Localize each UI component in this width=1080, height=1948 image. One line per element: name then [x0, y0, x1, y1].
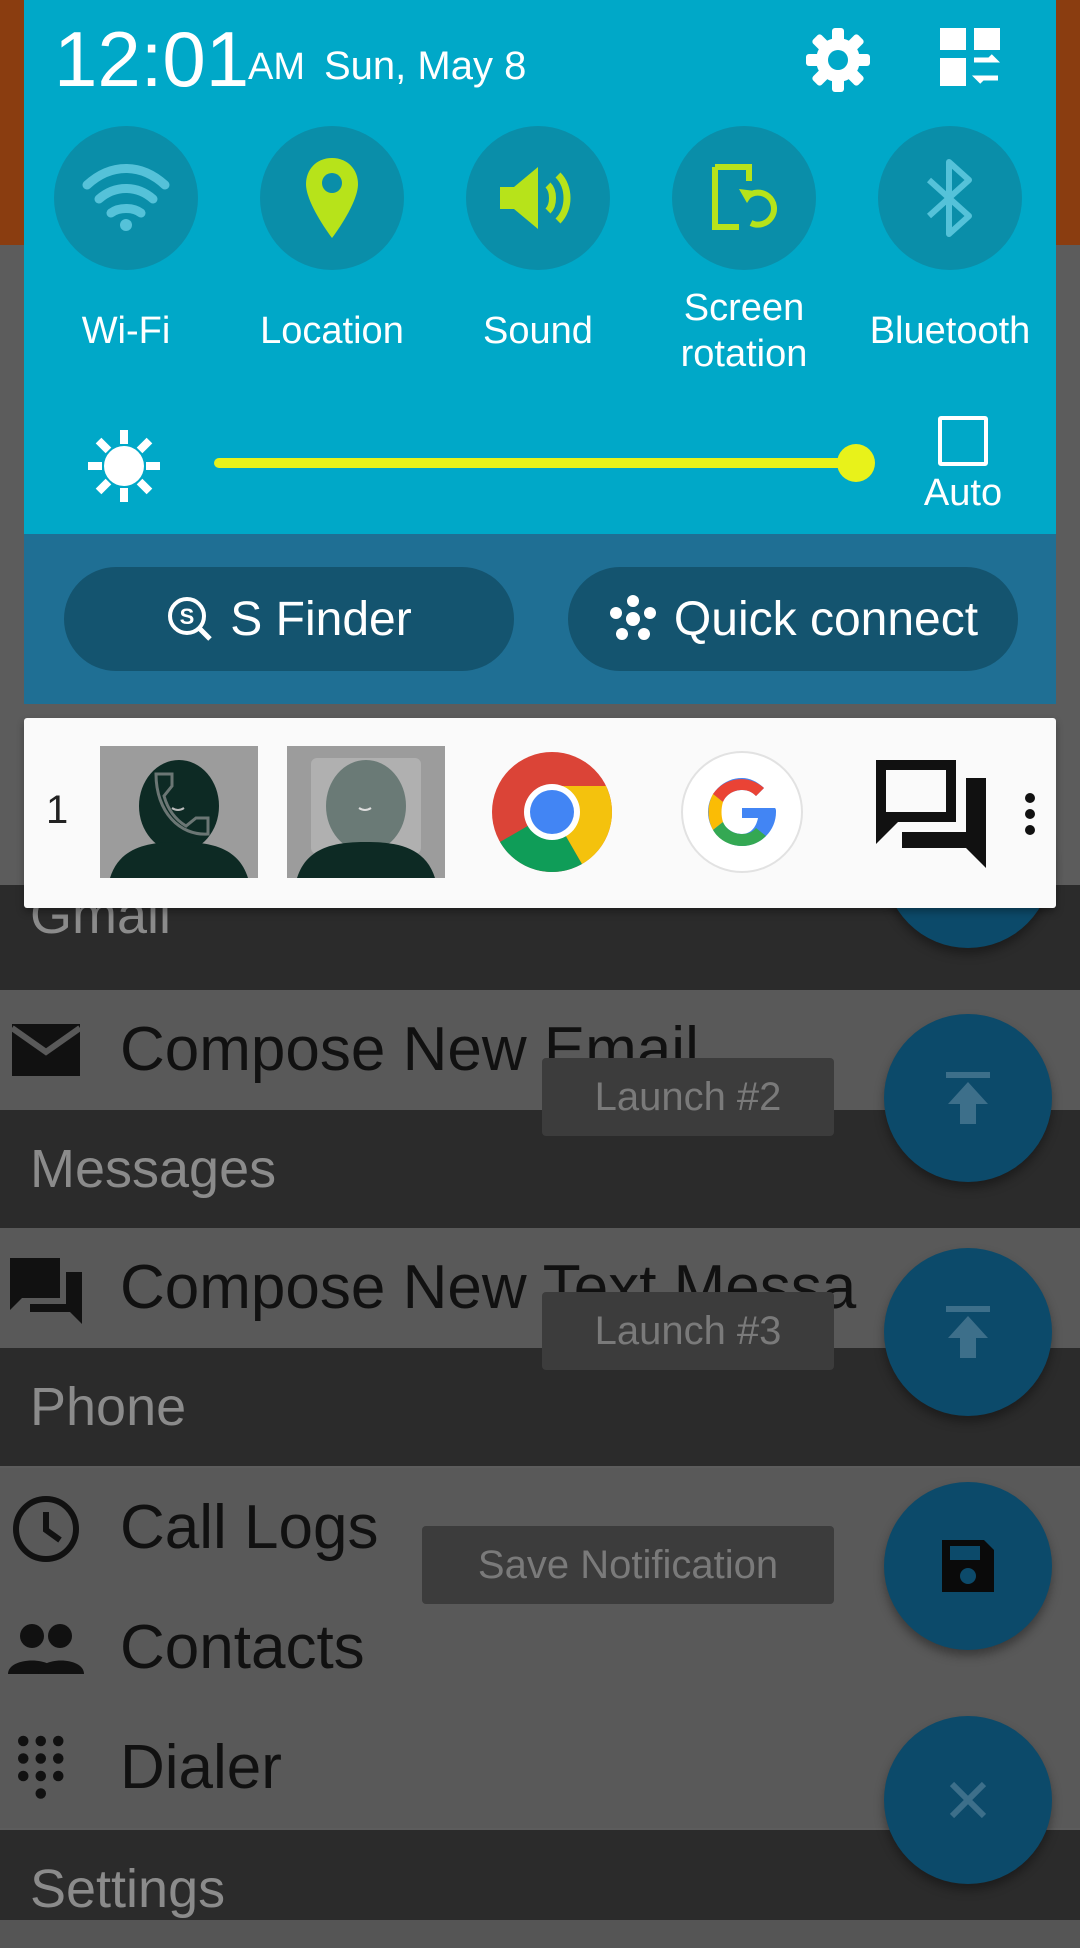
save-notification-button[interactable]: Save Notification — [422, 1526, 834, 1604]
save-icon — [942, 1540, 994, 1592]
sound-label: Sound — [483, 310, 593, 352]
launch-3-fab[interactable] — [884, 1248, 1052, 1416]
quick-connect-button[interactable]: Quick connect — [568, 567, 1018, 671]
quick-settings-panel: 12:01 AM Sun, May 8 Wi-Fi Location Sound… — [24, 0, 1056, 534]
recent-apps-panel: 1 — [24, 718, 1056, 908]
more-options-icon[interactable] — [1024, 792, 1036, 836]
contact-call-icon[interactable] — [100, 746, 258, 878]
s-finder-search-icon: S — [168, 597, 213, 641]
contact-icon[interactable] — [287, 746, 445, 878]
launch-2-button[interactable]: Launch #2 — [542, 1058, 834, 1136]
chrome-icon[interactable] — [490, 750, 614, 879]
publish-icon — [946, 1306, 990, 1358]
brightness-slider[interactable] — [214, 458, 856, 468]
location-toggle[interactable] — [260, 126, 404, 270]
chat-icon — [10, 1258, 82, 1324]
settings-gear-icon[interactable] — [804, 26, 872, 94]
google-icon[interactable] — [680, 750, 804, 879]
section-header-label: Messages — [30, 1139, 277, 1199]
messages-icon[interactable] — [872, 756, 990, 875]
quick-connect-label: Quick connect — [673, 592, 979, 646]
wifi-icon — [82, 164, 170, 231]
section-header-label: Phone — [30, 1377, 187, 1437]
clock-time: 12:01 — [54, 15, 250, 103]
screen-rotation-label-line2: rotation — [680, 333, 808, 375]
screen-rotation-toggle[interactable] — [672, 126, 816, 270]
contact-icon-graphic — [287, 746, 445, 878]
sound-toggle[interactable] — [466, 126, 610, 270]
section-header-label: Settings — [30, 1859, 226, 1919]
clock-ampm: AM — [248, 46, 305, 88]
call-logs-label: Call Logs — [120, 1493, 379, 1562]
screen-rotation-label: Screen rotation — [641, 285, 847, 377]
sound-icon — [500, 167, 571, 229]
contact-call-icon-graphic — [100, 746, 258, 878]
auto-brightness-checkbox[interactable] — [938, 416, 988, 466]
screen-rotation-icon — [712, 164, 777, 230]
close-icon — [949, 1781, 987, 1819]
date-label: Sun, May 8 — [324, 44, 527, 88]
location-label: Location — [260, 310, 404, 352]
svg-text:S: S — [180, 604, 195, 629]
quick-connect-icon — [609, 595, 656, 640]
recent-apps-count: 1 — [46, 788, 69, 832]
chrome-logo — [492, 752, 612, 873]
email-icon — [10, 1024, 82, 1076]
brightness-sun-icon — [88, 430, 160, 502]
bluetooth-label: Bluetooth — [869, 310, 1031, 352]
brightness-slider-thumb[interactable] — [837, 444, 875, 482]
launch-2-fab[interactable] — [884, 1014, 1052, 1182]
google-logo — [681, 751, 803, 873]
save-fab[interactable] — [884, 1482, 1052, 1650]
bluetooth-toggle[interactable] — [878, 126, 1022, 270]
contacts-label: Contacts — [120, 1613, 365, 1682]
screen-rotation-label-line1: Screen — [683, 287, 805, 329]
s-finder-button[interactable]: S S Finder — [64, 567, 514, 671]
wifi-label: Wi-Fi — [81, 310, 171, 352]
edit-tiles-icon[interactable] — [938, 26, 1004, 88]
bluetooth-icon — [926, 159, 972, 237]
messages-logo — [876, 760, 986, 868]
wifi-toggle[interactable] — [54, 126, 198, 270]
clock-icon — [13, 1496, 79, 1562]
dialer-label: Dialer — [120, 1733, 282, 1802]
publish-icon — [946, 1072, 990, 1124]
close-fab[interactable] — [884, 1716, 1052, 1884]
people-icon — [8, 1624, 84, 1674]
location-pin-icon — [306, 158, 358, 238]
auto-brightness-label: Auto — [923, 472, 1003, 514]
launch-3-button[interactable]: Launch #3 — [542, 1292, 834, 1370]
dialpad-icon — [18, 1735, 64, 1799]
s-finder-label: S Finder — [230, 592, 412, 646]
